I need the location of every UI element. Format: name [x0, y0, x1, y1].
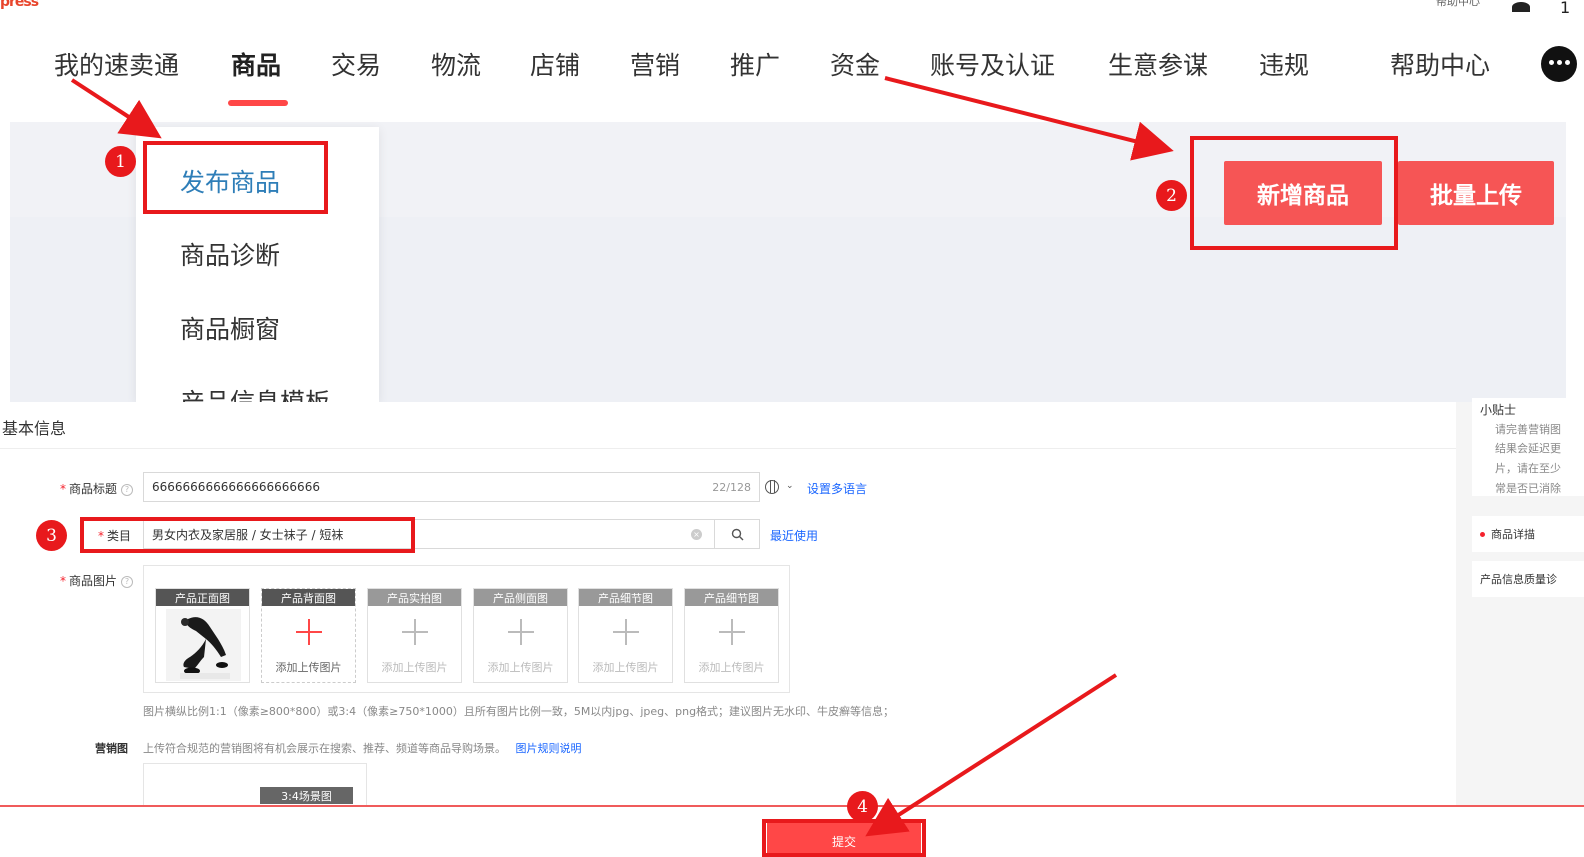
plus-icon	[508, 619, 534, 645]
nav-item-trade[interactable]: 交易	[331, 46, 381, 82]
slot-header: 产品细节图	[579, 589, 672, 606]
highlight-frame-3	[80, 517, 415, 553]
menu-item-product-showcase[interactable]: 商品橱窗	[180, 310, 280, 346]
nav-item-products[interactable]: 商品	[231, 46, 281, 82]
image-slot-real-shot[interactable]: 产品实拍图 添加上传图片	[367, 588, 462, 683]
top-strip: press 帮助中心 1	[0, 0, 1584, 20]
slot-header: 产品背面图	[262, 589, 355, 606]
tip-line: 片，请在至少	[1495, 462, 1561, 475]
plus-icon	[613, 619, 639, 645]
category-search-button[interactable]	[714, 519, 760, 549]
tip-line: 结果会延迟更	[1495, 442, 1561, 455]
plus-icon	[719, 619, 745, 645]
clear-icon[interactable]: ×	[691, 528, 702, 540]
image-requirements-hint: 图片横纵比例1:1（像素≥800*800）或3:4（像素≥750*1000）且所…	[143, 705, 895, 718]
marketing-image-hint: 上传符合规范的营销图将有机会展示在搜索、推荐、频道等商品导购场景。 图片规则说明	[143, 742, 582, 755]
step-badge-1: 1	[105, 146, 136, 177]
image-slot-detail-1[interactable]: 产品细节图 添加上传图片	[578, 588, 673, 683]
plus-icon	[402, 619, 428, 645]
nav-item-help-center[interactable]: 帮助中心	[1390, 46, 1490, 82]
step-badge-3: 3	[36, 520, 67, 551]
image-upload-box: 产品正面图 产品背面图 添加上传图片 产品实拍图 添加上传图片 产品侧面图 添加…	[143, 565, 790, 693]
globe-icon[interactable]	[765, 480, 779, 494]
highlight-frame-4	[762, 819, 926, 857]
highlight-frame-1	[143, 141, 328, 214]
sidebar-item-quality[interactable]: 产品信息质量诊	[1472, 561, 1584, 597]
nav-item-marketing[interactable]: 营销	[630, 46, 680, 82]
nav-item-logistics[interactable]: 物流	[431, 46, 481, 82]
brand-logo: press	[0, 0, 39, 10]
left-edge	[0, 22, 10, 402]
tip-line: 常是否已消除	[1495, 482, 1561, 495]
add-image-text: 添加上传图片	[487, 661, 554, 674]
title-label: * 商品标题?	[60, 480, 134, 497]
top-corner-number: 1	[1560, 0, 1571, 17]
tip-line: 请完善营销图	[1495, 423, 1561, 436]
add-image-text: 添加上传图片	[698, 661, 765, 674]
section-divider	[0, 448, 1456, 449]
chevron-down-icon[interactable]: ⌄	[786, 481, 794, 491]
title-char-count: 22/128	[712, 480, 751, 494]
menu-item-clip: 产品信息模板	[136, 377, 379, 402]
images-label: * 商品图片?	[60, 572, 134, 589]
nav-item-store[interactable]: 店铺	[530, 46, 580, 82]
product-title-value: 6666666666666666666666	[152, 480, 320, 494]
step-badge-2: 2	[1156, 180, 1187, 211]
footer-divider	[0, 805, 1584, 807]
image-rules-link[interactable]: 图片规则说明	[516, 742, 582, 755]
menu-item-product-template[interactable]: 产品信息模板	[180, 383, 330, 402]
right-edge	[1566, 122, 1584, 402]
status-dot	[1480, 531, 1485, 537]
nav-item-promotion[interactable]: 推广	[730, 46, 780, 82]
image-slot-detail-2[interactable]: 产品细节图 添加上传图片	[684, 588, 779, 683]
slot-header: 产品细节图	[685, 589, 778, 606]
top-help-link[interactable]: 帮助中心	[1436, 0, 1480, 9]
image-slot-back[interactable]: 产品背面图 添加上传图片	[261, 588, 356, 683]
main-nav: 我的速卖通 商品 交易 物流 店铺 营销 推广 资金 账号及认证 生意参谋 违规…	[10, 22, 1584, 122]
nav-active-indicator	[228, 100, 288, 106]
slot-header: 产品侧面图	[474, 589, 567, 606]
step-badge-4: 4	[847, 791, 878, 822]
product-title-input[interactable]: 6666666666666666666666 22/128	[143, 472, 760, 502]
menu-item-product-diagnosis[interactable]: 商品诊断	[180, 236, 280, 272]
slot-header: 产品实拍图	[368, 589, 461, 606]
nav-item-violations[interactable]: 违规	[1259, 46, 1309, 82]
top-avatar-icon[interactable]	[1512, 2, 1530, 12]
batch-upload-button[interactable]: 批量上传	[1398, 161, 1554, 225]
highlight-frame-2	[1190, 136, 1398, 250]
multi-language-link[interactable]: 设置多语言	[807, 480, 867, 497]
marketing-image-label: 营销图	[95, 742, 128, 755]
add-image-text: 添加上传图片	[592, 661, 659, 674]
section-title: 基本信息	[2, 419, 67, 438]
nav-item-account[interactable]: 账号及认证	[930, 46, 1055, 82]
nav-item-funds[interactable]: 资金	[830, 46, 880, 82]
slot-header: 产品正面图	[156, 589, 249, 606]
add-image-text: 添加上传图片	[381, 661, 448, 674]
product-thumbnail	[166, 609, 241, 681]
add-image-text: 添加上传图片	[275, 661, 342, 674]
image-slot-side[interactable]: 产品侧面图 添加上传图片	[473, 588, 568, 683]
recent-used-link[interactable]: 最近使用	[770, 527, 818, 544]
marketing-scene-tag: 3:4场景图	[260, 787, 353, 804]
plus-icon	[296, 619, 322, 645]
chat-icon[interactable]	[1541, 46, 1577, 82]
tips-title: 小贴士	[1480, 403, 1517, 417]
sidebar-item-product-detail[interactable]: 商品详描	[1472, 516, 1584, 552]
search-icon	[731, 528, 743, 540]
help-icon[interactable]: ?	[121, 483, 134, 496]
image-slot-front[interactable]: 产品正面图	[155, 588, 250, 683]
nav-item-my-aliexpress[interactable]: 我的速卖通	[54, 46, 179, 82]
nav-item-business-advisor[interactable]: 生意参谋	[1108, 46, 1208, 82]
help-icon[interactable]: ?	[121, 575, 134, 588]
